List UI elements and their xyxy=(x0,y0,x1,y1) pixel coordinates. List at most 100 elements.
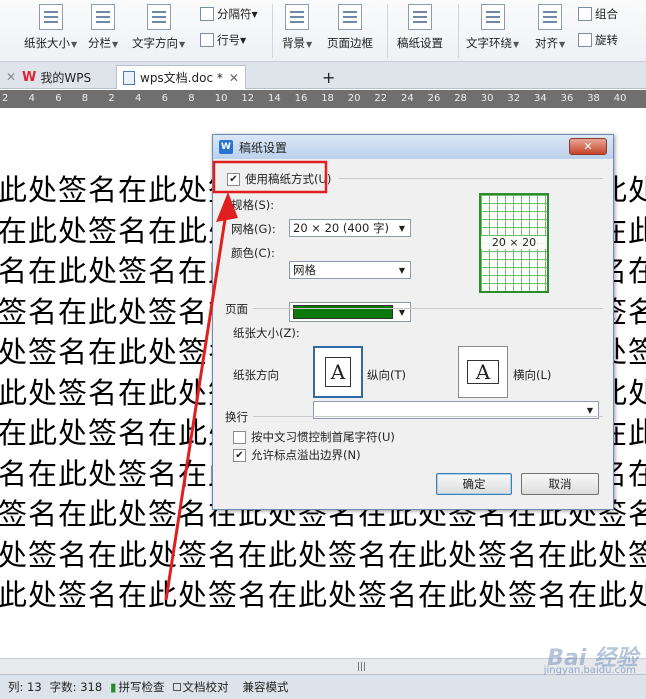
spell-check-toggle[interactable]: ▮ 拼写检查 xyxy=(110,679,164,695)
page-border-button[interactable]: 页面边框 xyxy=(327,0,373,62)
text-direction-icon xyxy=(146,4,171,30)
text-direction-button[interactable]: 文字方向▼ xyxy=(132,0,185,62)
scroll-grip-icon: ||| xyxy=(357,662,367,672)
columns-button[interactable]: 分栏▼ xyxy=(88,0,118,62)
portrait-button[interactable]: A xyxy=(313,346,363,398)
draft-preview: 20 × 20 xyxy=(479,193,549,293)
group-button[interactable]: 组合 xyxy=(578,4,618,24)
ruler-tick-label: 32 xyxy=(507,93,521,104)
checkbox-icon xyxy=(172,683,181,691)
grid-label-text: 网格 xyxy=(231,222,254,236)
background-icon xyxy=(285,4,310,30)
ok-button[interactable]: 确定 xyxy=(436,473,512,495)
portrait-page-icon: A xyxy=(325,357,351,387)
document-text-line: 此处签名在此处签名在此处签名在此处签名在此处签名在此处签名在此 xyxy=(0,578,646,612)
chevron-down-icon: ▼ xyxy=(112,40,119,49)
separator-label: 分隔符 xyxy=(217,7,252,21)
landscape-label: 横向 (L) xyxy=(513,367,551,383)
ruler-tick-label: 40 xyxy=(613,93,627,104)
word-count[interactable]: 字数: 318 xyxy=(50,679,102,695)
rotate-label: 旋转 xyxy=(595,33,618,47)
new-tab-button[interactable]: + xyxy=(316,65,341,89)
group-divider xyxy=(253,416,603,417)
rotate-icon xyxy=(578,33,592,47)
close-icon: ✕ xyxy=(583,140,593,153)
ruler-tick-label: 26 xyxy=(427,93,441,104)
wrap-section-title: 换行 xyxy=(225,410,248,424)
draft-setup-button[interactable]: 稿纸设置 xyxy=(397,0,443,62)
ruler-tick-label: 4 xyxy=(28,93,35,104)
ruler-tick-label: 8 xyxy=(188,93,195,104)
use-draft-key: (U) xyxy=(314,172,332,186)
document-text-line: 处签名在此处签名在此处签名在此处签名在此处签名在此处签名在此处 xyxy=(0,537,646,572)
color-picker[interactable]: ▼ xyxy=(289,302,411,322)
document-tab-bar: ✕ W 我的WPS wps文档.doc * ✕ + xyxy=(0,62,646,89)
group-label: 组合 xyxy=(595,7,618,21)
horizontal-ruler[interactable]: 2 4 6 8 2 4 6 8 10 12 14 16 18 20 22 24 26 28 30 32 34 36 38 40 xyxy=(0,90,646,108)
ruler-tick-label: 16 xyxy=(294,93,308,104)
background-label: 背景 xyxy=(282,36,305,50)
chevron-down-icon: ▼ xyxy=(398,223,406,233)
chevron-down-icon: ▼ xyxy=(306,40,313,49)
spec-key: (S): xyxy=(254,198,275,212)
portrait-key: (T) xyxy=(390,368,406,382)
close-icon[interactable]: ✕ xyxy=(229,71,239,85)
doc-check-toggle[interactable]: 文档校对 xyxy=(172,679,229,695)
compat-mode-label: 兼容模式 xyxy=(242,680,289,694)
landscape-label-text: 横向 xyxy=(513,368,536,382)
page-section-title: 页面 xyxy=(225,302,248,316)
chevron-down-icon: ▼ xyxy=(559,40,566,49)
dialog-close-button[interactable]: ✕ xyxy=(569,138,607,155)
paper-size-field-text: 纸张大小 xyxy=(233,326,279,340)
punct-overflow-key: (N) xyxy=(343,448,361,462)
chevron-down-icon: ▼ xyxy=(71,40,78,49)
paper-size-button[interactable]: 纸张大小▼ xyxy=(24,0,77,62)
preview-label: 20 × 20 xyxy=(481,236,547,249)
separator-button[interactable]: 分隔符 ▼ xyxy=(200,4,258,24)
chinese-rules-check-icon xyxy=(233,430,246,444)
text-wrap-button[interactable]: 文字环绕▼ xyxy=(466,0,519,62)
ruler-tick-label: 2 xyxy=(2,93,9,104)
spec-select[interactable]: 20 × 20 (400 字) ▼ xyxy=(289,219,411,237)
spell-check-label: 拼写检查 xyxy=(118,680,165,694)
baidu-watermark-url: jingyan.baidu.com xyxy=(543,665,636,676)
punct-overflow-checkbox[interactable]: ✔ 允许标点溢出边界 (N) xyxy=(233,447,361,463)
align-label: 对齐 xyxy=(535,36,558,50)
ruler-tick-label: 18 xyxy=(321,93,334,104)
ruler-tick-label: 14 xyxy=(268,93,281,104)
landscape-page-icon: A xyxy=(467,360,499,384)
ruler-tick-label: 22 xyxy=(374,93,388,104)
plus-icon: + xyxy=(322,67,336,87)
portrait-label: 纵向 (T) xyxy=(367,367,406,383)
line-number-button[interactable]: 行号 ▼ xyxy=(200,30,246,50)
dialog-title-bar[interactable]: W 稿纸设置 ✕ xyxy=(213,135,613,159)
chevron-down-icon: ▼ xyxy=(179,40,186,49)
wps-app-icon: W xyxy=(219,140,233,154)
ruler-tick-label: 30 xyxy=(480,93,494,104)
rotate-button[interactable]: 旋转 xyxy=(578,30,618,50)
doc-check-label: 文档校对 xyxy=(182,680,229,694)
ruler-tick-label: 24 xyxy=(401,93,414,104)
grid-label: 网格 (G): xyxy=(231,221,276,237)
grid-select[interactable]: 网格 ▼ xyxy=(289,261,411,279)
use-draft-checkbox[interactable]: ✔ 使用稿纸方式 (U) xyxy=(227,171,331,187)
landscape-button[interactable]: A xyxy=(458,346,508,398)
ruler-tick-label: 38 xyxy=(587,93,600,104)
align-icon xyxy=(538,4,563,30)
ruler-tick-label: 6 xyxy=(161,93,168,104)
ruler-tick-label: 28 xyxy=(454,93,467,104)
columns-label: 分栏 xyxy=(88,36,111,50)
line-number-label: 行号 xyxy=(217,33,240,47)
chevron-down-icon: ▼ xyxy=(513,40,520,49)
align-button[interactable]: 对齐▼ xyxy=(535,0,565,62)
cancel-button[interactable]: 取消 xyxy=(521,473,599,495)
use-draft-check-icon: ✔ xyxy=(227,172,240,186)
draft-setup-label: 稿纸设置 xyxy=(397,36,443,50)
punct-overflow-check-icon: ✔ xyxy=(233,448,246,462)
wps-logo-icon: W xyxy=(22,69,37,85)
chinese-rules-checkbox[interactable]: 按中文习惯控制首尾字符 (U) xyxy=(233,429,395,445)
tab-my-wps[interactable]: W 我的WPS xyxy=(16,65,97,89)
tab-my-wps-label: 我的WPS xyxy=(40,70,92,85)
tab-wps-document[interactable]: wps文档.doc * ✕ xyxy=(116,65,246,89)
background-button[interactable]: 背景▼ xyxy=(282,0,312,62)
